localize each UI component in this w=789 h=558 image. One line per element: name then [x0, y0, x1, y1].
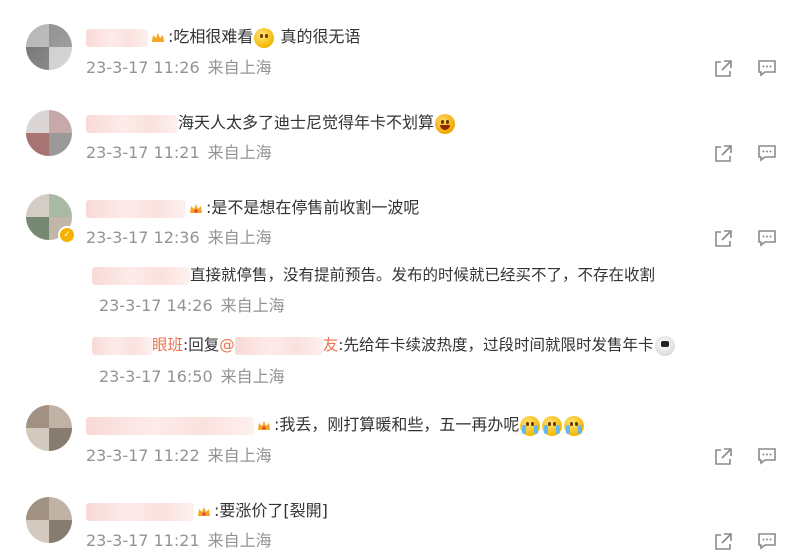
reply-item: 直接就停售，没有提前预告。发布的时候就已经买不了，不存在收割 23-3-17 1…	[86, 263, 726, 323]
timestamp: 23-3-17 11:26	[86, 58, 200, 77]
comment-item: ✓ :是不是想在停售前收割一波呢 23-3-17 12:36 来自上海 直接就停售…	[0, 180, 789, 395]
crown-icon	[152, 32, 164, 42]
reply-meta: 23-3-17 16:50 来自上海	[99, 367, 285, 387]
location: 来自上海	[207, 228, 272, 247]
share-icon[interactable]	[712, 446, 734, 468]
reply-meta: 23-3-17 14:26 来自上海	[99, 296, 285, 316]
username[interactable]	[86, 114, 178, 133]
comment-icon[interactable]	[756, 530, 778, 552]
timestamp: 23-3-17 11:22	[86, 446, 200, 465]
avatar[interactable]	[26, 497, 72, 543]
timestamp: 23-3-17 16:50	[99, 367, 213, 386]
location: 来自上海	[207, 531, 272, 550]
location: 来自上海	[220, 367, 285, 386]
timestamp: 23-3-17 12:36	[86, 228, 200, 247]
crown-icon	[198, 506, 210, 516]
avatar[interactable]	[26, 405, 72, 451]
share-icon[interactable]	[712, 228, 734, 250]
reply-username[interactable]	[92, 266, 190, 285]
comment-meta: 23-3-17 11:22 来自上海	[86, 446, 272, 466]
reply-item: 眼班:回复@ 友:先给年卡续波热度，过段时间就限时发售年卡 23-3-17 16:…	[86, 333, 726, 393]
username[interactable]	[86, 28, 148, 47]
comment-item: :我丢，刚打算暖和些，五一再办呢 23-3-17 11:22 来自上海	[0, 395, 789, 485]
comment-item: :要涨价了[裂開] 23-3-17 11:21 来自上海	[0, 485, 789, 558]
laugh-emoji-icon	[435, 113, 456, 134]
reply-body: 直接就停售，没有提前预告。发布的时候就已经买不了，不存在收割	[92, 264, 655, 286]
comment-body: :要涨价了[裂開]	[86, 500, 328, 522]
username[interactable]	[86, 199, 186, 218]
comment-item: :吃相很难看 真的很无语 23-3-17 11:26 来自上海	[0, 0, 789, 90]
timestamp: 23-3-17 11:21	[86, 143, 200, 162]
location: 来自上海	[220, 296, 285, 315]
reply-username[interactable]	[92, 336, 152, 355]
comment-body: 海天人太多了迪士尼觉得年卡不划算	[86, 112, 456, 134]
username[interactable]	[86, 502, 194, 521]
comment-icon[interactable]	[756, 57, 778, 79]
comment-meta: 23-3-17 11:21 来自上海	[86, 143, 272, 163]
location: 来自上海	[207, 446, 272, 465]
comment-icon[interactable]	[756, 227, 778, 249]
share-icon[interactable]	[712, 58, 734, 80]
verified-badge-icon: ✓	[58, 226, 76, 244]
comment-body: :吃相很难看 真的很无语	[86, 26, 361, 48]
timestamp: 23-3-17 14:26	[99, 296, 213, 315]
comment-item: 海天人太多了迪士尼觉得年卡不划算 23-3-17 11:21 来自上海	[0, 90, 789, 180]
avatar[interactable]	[26, 110, 72, 156]
comment-meta: 23-3-17 11:26 来自上海	[86, 58, 272, 78]
comment-icon[interactable]	[756, 445, 778, 467]
timestamp: 23-3-17 11:21	[86, 531, 200, 550]
share-icon[interactable]	[712, 531, 734, 553]
comment-meta: 23-3-17 12:36 来自上海	[86, 228, 272, 248]
crown-icon	[258, 420, 270, 430]
username[interactable]	[86, 416, 254, 435]
avatar[interactable]	[26, 24, 72, 70]
reply-body: 眼班:回复@ 友:先给年卡续波热度，过段时间就限时发售年卡	[92, 334, 676, 356]
cry-emoji-icon	[564, 415, 585, 436]
comment-meta: 23-3-17 11:21 来自上海	[86, 531, 272, 551]
share-icon[interactable]	[712, 143, 734, 165]
location: 来自上海	[207, 58, 272, 77]
crown-icon	[190, 203, 202, 213]
comment-body: :是不是想在停售前收割一波呢	[86, 197, 419, 219]
comment-icon[interactable]	[756, 142, 778, 164]
mention-link[interactable]: @ 友	[219, 336, 338, 355]
cry-emoji-icon	[542, 415, 563, 436]
location: 来自上海	[207, 143, 272, 162]
smile-emoji-icon	[254, 27, 275, 48]
panda-emoji-icon	[654, 335, 675, 356]
comment-body: :我丢，刚打算暖和些，五一再办呢	[86, 414, 585, 436]
reply-username-fragment[interactable]: 眼班	[152, 336, 183, 354]
cry-emoji-icon	[520, 415, 541, 436]
